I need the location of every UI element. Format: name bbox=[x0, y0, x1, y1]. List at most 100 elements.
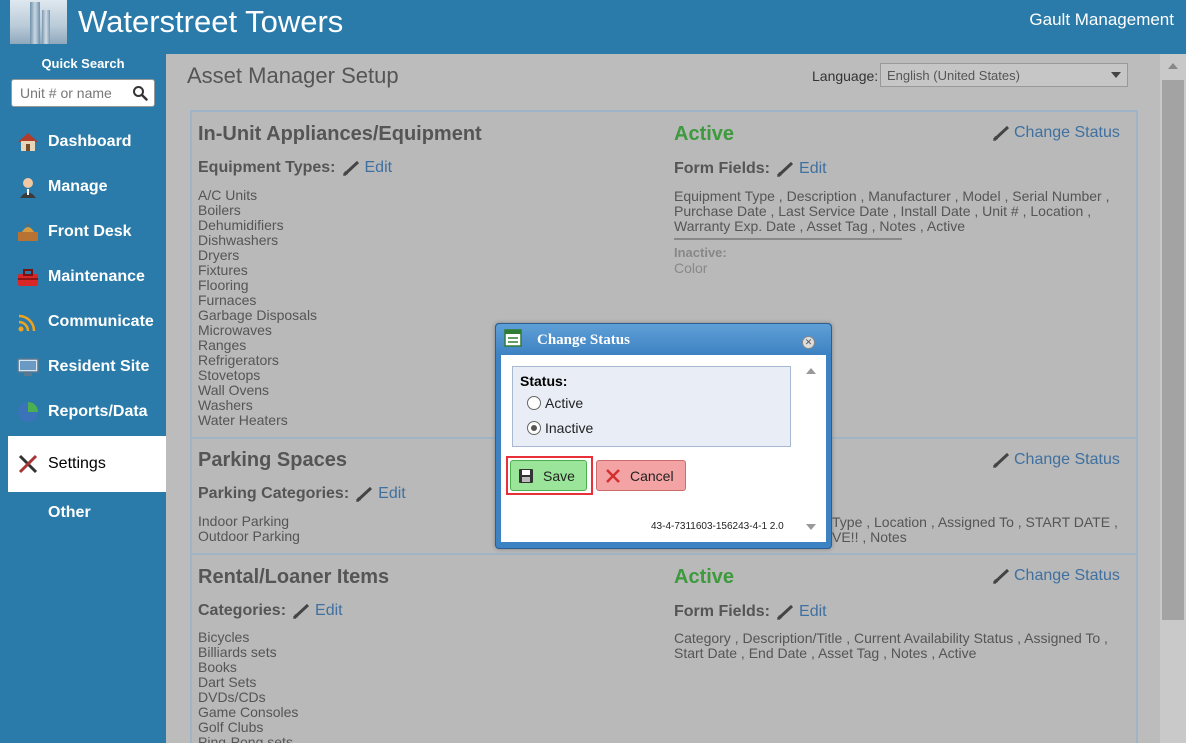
inactive-fields-text: Color bbox=[674, 260, 708, 276]
quick-search-input[interactable] bbox=[12, 80, 128, 106]
edit-link[interactable]: Edit bbox=[315, 602, 343, 620]
list-item: Dishwashers bbox=[198, 232, 279, 248]
form-fields-heading: Form Fields: Edit bbox=[674, 160, 827, 178]
sidebar-item-label: Other bbox=[48, 503, 91, 521]
pen-icon bbox=[293, 603, 310, 620]
change-status-link[interactable]: Change Status bbox=[992, 124, 1120, 142]
status-option-inactive[interactable]: Inactive bbox=[527, 420, 593, 436]
person-icon bbox=[20, 177, 36, 198]
list-item: Garbage Disposals bbox=[198, 307, 318, 323]
pie-chart-icon bbox=[18, 401, 38, 422]
dialog-scrollbar[interactable] bbox=[801, 359, 821, 539]
radio-button[interactable] bbox=[527, 421, 541, 435]
search-icon[interactable] bbox=[132, 85, 148, 101]
list-item: Bicycles bbox=[198, 629, 250, 645]
pen-icon bbox=[992, 452, 1010, 469]
list-item: Furnaces bbox=[198, 292, 257, 308]
pen-icon bbox=[776, 604, 794, 621]
site-title[interactable]: Waterstreet Towers bbox=[78, 4, 343, 40]
radio-button[interactable] bbox=[527, 396, 541, 410]
categories-list: Bicycles Billiards sets Books Dart Sets … bbox=[198, 630, 298, 743]
toolbox-icon bbox=[18, 268, 38, 286]
change-status-link[interactable]: Change Status bbox=[992, 567, 1120, 585]
page-scrollbar[interactable] bbox=[1160, 54, 1186, 743]
form-fields-text-line2: VE!! , Notes bbox=[832, 529, 907, 545]
section-rental-loaner-items: Rental/Loaner Items Active Change Status… bbox=[192, 553, 1136, 743]
status-option-active[interactable]: Active bbox=[527, 395, 583, 411]
form-icon bbox=[504, 329, 522, 347]
sidebar-item-other[interactable]: Other bbox=[8, 490, 166, 535]
sidebar-item-resident-site[interactable]: Resident Site bbox=[8, 344, 166, 389]
form-fields-text: Equipment Type , Description , Manufactu… bbox=[674, 188, 1110, 234]
sidebar-item-label: Maintenance bbox=[48, 267, 145, 285]
scrollbar-thumb[interactable] bbox=[1162, 80, 1184, 620]
pen-icon bbox=[992, 125, 1010, 142]
change-status-link[interactable]: Change Status bbox=[992, 451, 1120, 469]
scroll-up-arrow-icon[interactable] bbox=[1168, 63, 1178, 69]
sidebar-item-reports-data[interactable]: Reports/Data bbox=[8, 389, 166, 434]
form-fields-label: Form Fields: bbox=[674, 603, 771, 620]
section-title: Rental/Loaner Items bbox=[198, 566, 390, 588]
cancel-label: Cancel bbox=[630, 467, 674, 484]
list-item: Books bbox=[198, 659, 237, 675]
list-item: Flooring bbox=[198, 277, 249, 293]
sidebar-item-communicate[interactable]: Communicate bbox=[8, 299, 166, 344]
list-item: Ranges bbox=[198, 337, 247, 353]
form-fields-text-line1: Type , Location , Assigned To , START DA… bbox=[832, 514, 1118, 530]
cancel-button[interactable]: Cancel bbox=[596, 460, 686, 491]
sidebar-item-manage[interactable]: Manage bbox=[8, 164, 166, 209]
list-item: Boilers bbox=[198, 202, 241, 218]
list-item: Billiards sets bbox=[198, 644, 277, 660]
list-item: Indoor Parking bbox=[198, 513, 290, 529]
form-fields-text: Category , Description/Title , Current A… bbox=[674, 630, 1108, 661]
edit-link[interactable]: Edit bbox=[378, 485, 406, 503]
edit-link[interactable]: Edit bbox=[365, 159, 393, 177]
list-item: Dryers bbox=[198, 247, 240, 263]
list-heading: Equipment Types: bbox=[198, 159, 336, 176]
radio-label: Active bbox=[545, 395, 584, 411]
form-fields-edit-link[interactable]: Edit bbox=[799, 603, 827, 621]
dialog-titlebar[interactable]: Change Status ✕ bbox=[496, 324, 831, 355]
list-item: Refrigerators bbox=[198, 352, 279, 368]
scroll-down-arrow-icon[interactable] bbox=[806, 524, 816, 530]
sidebar-item-label: Settings bbox=[48, 455, 106, 472]
status-badge: Active bbox=[674, 566, 735, 588]
tools-icon bbox=[18, 454, 38, 474]
change-status-label: Change Status bbox=[1014, 451, 1120, 468]
status-fieldset: Status: Active Inactive bbox=[512, 366, 791, 447]
sidebar-item-settings[interactable]: Settings bbox=[8, 436, 166, 492]
floppy-disk-icon bbox=[519, 468, 533, 483]
list-item: Game Consoles bbox=[198, 704, 299, 720]
radio-label: Inactive bbox=[545, 420, 594, 436]
list-item: Wall Ovens bbox=[198, 382, 270, 398]
list-item: Washers bbox=[198, 397, 253, 413]
property-logo[interactable] bbox=[10, 0, 67, 44]
change-status-label: Change Status bbox=[1014, 124, 1120, 141]
sidebar: Quick Search Dashboard Manage Front Desk bbox=[0, 54, 166, 743]
house-icon bbox=[18, 132, 38, 151]
close-icon[interactable]: ✕ bbox=[802, 336, 815, 349]
scroll-up-arrow-icon[interactable] bbox=[806, 368, 816, 374]
save-button[interactable]: Save bbox=[510, 460, 587, 491]
list-item: Outdoor Parking bbox=[198, 528, 300, 544]
company-name: Gault Management bbox=[1029, 10, 1174, 29]
form-fields-edit-link[interactable]: Edit bbox=[799, 160, 827, 178]
section-title: Parking Spaces bbox=[198, 449, 347, 471]
sidebar-item-label: Communicate bbox=[48, 312, 154, 330]
status-label: Status: bbox=[520, 373, 568, 389]
list-item: Water Heaters bbox=[198, 412, 288, 428]
sidebar-item-dashboard[interactable]: Dashboard bbox=[8, 119, 166, 164]
divider bbox=[674, 238, 902, 240]
list-item: Fixtures bbox=[198, 262, 248, 278]
list-item: A/C Units bbox=[198, 187, 258, 203]
categories-heading: Categories: Edit bbox=[198, 602, 343, 620]
sidebar-item-label: Resident Site bbox=[48, 357, 150, 375]
close-x-icon bbox=[606, 468, 620, 483]
language-select[interactable]: English (United States) bbox=[880, 63, 1128, 87]
list-item: Microwaves bbox=[198, 322, 272, 338]
sidebar-item-label: Dashboard bbox=[48, 132, 132, 150]
sidebar-item-front-desk[interactable]: Front Desk bbox=[8, 209, 166, 254]
sidebar-item-maintenance[interactable]: Maintenance bbox=[8, 254, 166, 299]
wifi-icon bbox=[18, 314, 36, 331]
inactive-heading: Inactive: bbox=[674, 245, 727, 260]
